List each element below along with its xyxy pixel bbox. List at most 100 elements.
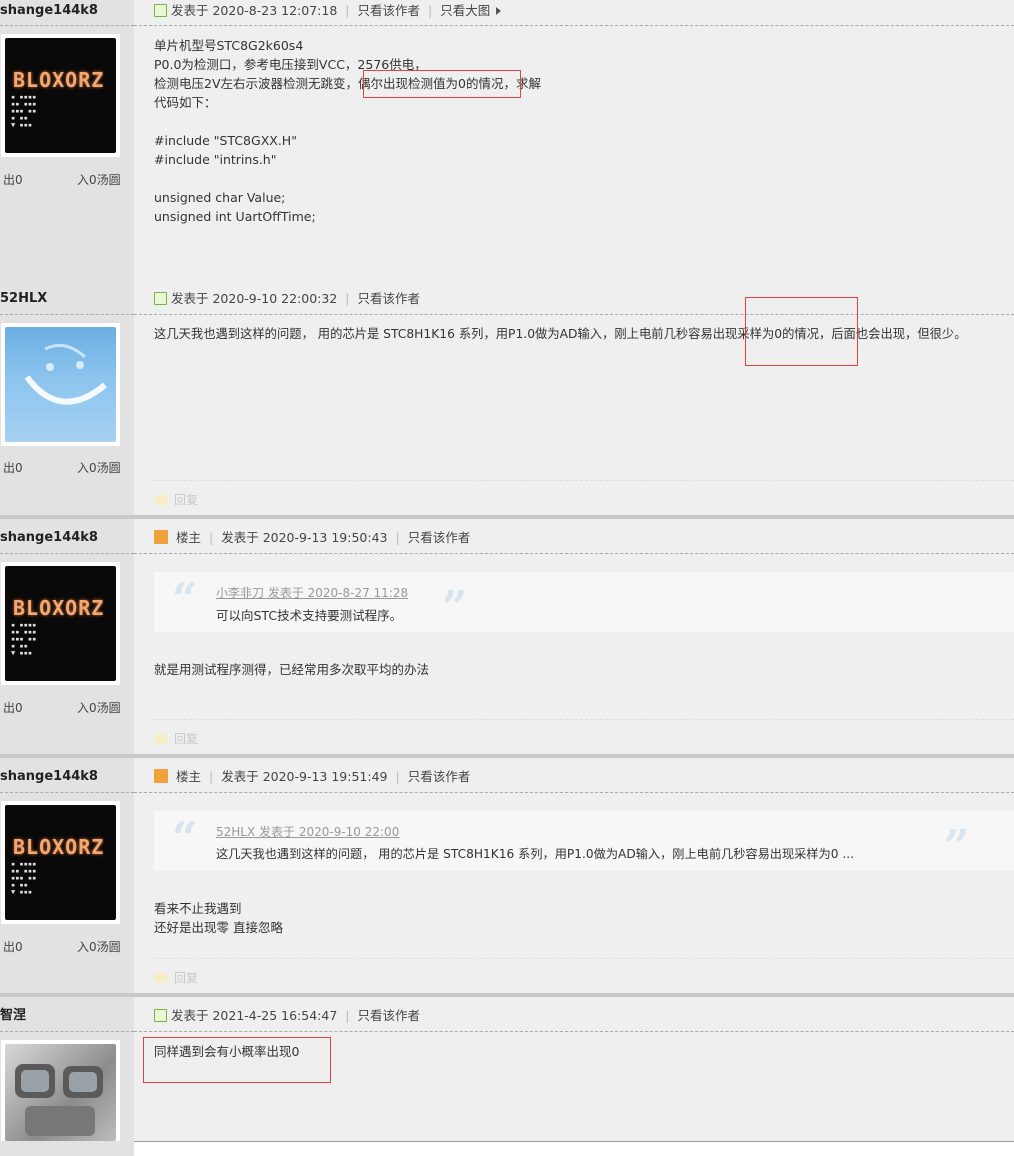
avatar-logo: BLOXORZ — [13, 835, 105, 859]
post-content: 发表于 2021-4-25 16:54:47 | 只看该作者 同样遇到会有小概率出现… — [134, 997, 1014, 1141]
reply-bubble-icon — [154, 973, 168, 983]
divider — [0, 792, 134, 793]
avatar[interactable]: BLOXORZ ▪ ▪▪▪▪ ▪▪ ▪▪▪ ▪▪▪ ▪▪ ▪ ▪▪ ▼ ▪▪▪ — [5, 38, 116, 153]
username[interactable]: 52HLX — [0, 288, 134, 312]
open-quote-icon: “ — [172, 574, 198, 625]
avatar[interactable] — [5, 1044, 116, 1141]
stat-out: 出0 — [3, 940, 23, 954]
divider — [154, 958, 1014, 959]
author-sidebar: 智涅 — [0, 997, 134, 1156]
post-1: shange144k8 BLOXORZ ▪ ▪▪▪▪ ▪▪ ▪▪▪ ▪▪▪ ▪▪ ▪ … — [0, 0, 1014, 283]
quote-text: 可以向STC技术支持要测试程序。 — [216, 608, 403, 623]
post-meta: 楼主 | 发表于 2020-9-13 19:51:49 | 只看该作者 — [154, 766, 470, 790]
stat-in: 入0汤圆 — [77, 701, 121, 715]
post-2: 52HLX 出0 入0汤圆 发表于 2020-9-10 22:00:32 | 只看该… — [0, 283, 1014, 515]
avatar-image — [15, 1064, 103, 1136]
avatar[interactable] — [5, 327, 116, 442]
divider — [134, 1141, 1014, 1142]
post-meta: 发表于 2020-9-10 22:00:32 | 只看该作者 — [154, 288, 420, 312]
highlight-box — [363, 70, 521, 98]
author-only-link[interactable]: 只看该作者 — [408, 769, 471, 784]
author-only-link[interactable]: 只看该作者 — [408, 530, 471, 545]
author-sidebar: 52HLX 出0 入0汤圆 — [0, 283, 134, 515]
avatar[interactable]: BLOXORZ ▪ ▪▪▪▪ ▪▪ ▪▪▪ ▪▪▪ ▪▪ ▪ ▪▪ ▼ ▪▪▪ — [5, 566, 116, 681]
author-only-link[interactable]: 只看该作者 — [358, 1008, 421, 1023]
play-arrow-icon[interactable] — [496, 7, 502, 15]
author-sidebar: shange144k8 BLOXORZ ▪ ▪▪▪▪ ▪▪ ▪▪▪ ▪▪▪ ▪▪ ▪ … — [0, 758, 134, 993]
avatar-logo: BLOXORZ — [13, 68, 105, 92]
post-content: 楼主 | 发表于 2020-9-13 19:50:43 | 只看该作者 “ ” 小李非刀… — [134, 519, 1014, 754]
username[interactable]: shange144k8 — [0, 527, 134, 551]
divider — [0, 25, 134, 26]
reply-bubble-icon — [154, 734, 168, 744]
reply-button[interactable]: 回复 — [154, 491, 198, 508]
username[interactable]: 智涅 — [0, 1005, 134, 1029]
post-content: 发表于 2020-9-10 22:00:32 | 只看该作者 这几天我也遇到这样的问… — [134, 283, 1014, 515]
reply-bubble-icon — [154, 495, 168, 505]
owner-icon — [154, 769, 168, 783]
post-meta: 发表于 2021-4-25 16:54:47 | 只看该作者 — [154, 1005, 420, 1029]
big-image-link[interactable]: 只看大图 — [440, 3, 490, 18]
divider — [0, 1031, 134, 1032]
post-icon — [154, 292, 167, 305]
post-body: 单片机型号STC8G2k60s4 P0.0为检测口，参考电压接到VCC，2576… — [154, 38, 541, 224]
post-5: 智涅 发表于 2021-4-25 16:54:47 | 只看该作者 同样遇到会有小概… — [0, 997, 1014, 1156]
divider — [134, 553, 1014, 554]
post-4: shange144k8 BLOXORZ ▪ ▪▪▪▪ ▪▪ ▪▪▪ ▪▪▪ ▪▪ ▪ … — [0, 758, 1014, 993]
close-quote-icon: ” — [442, 582, 468, 633]
author-only-link[interactable]: 只看该作者 — [358, 291, 421, 306]
divider — [134, 25, 1014, 26]
divider — [134, 792, 1014, 793]
stat-in: 入0汤圆 — [77, 461, 121, 475]
reply-label: 回复 — [174, 732, 199, 746]
author-sidebar: shange144k8 BLOXORZ ▪ ▪▪▪▪ ▪▪ ▪▪▪ ▪▪▪ ▪▪ ▪ … — [0, 0, 134, 283]
stat-out: 出0 — [3, 461, 23, 475]
post-content: 发表于 2020-8-23 12:07:18 | 只看该作者 | 只看大图 单片机型号S… — [134, 0, 1014, 283]
divider — [154, 719, 1014, 720]
username[interactable]: shange144k8 — [0, 0, 134, 24]
avatar-frame: BLOXORZ ▪ ▪▪▪▪ ▪▪ ▪▪▪ ▪▪▪ ▪▪ ▪ ▪▪ ▼ ▪▪▪ — [1, 562, 120, 685]
reply-button[interactable]: 回复 — [154, 969, 198, 986]
post-time: 发表于 2020-8-23 12:07:18 — [171, 3, 338, 18]
reply-label: 回复 — [174, 971, 199, 985]
post-body: 就是用测试程序测得，已经常用多次取平均的办法 — [154, 662, 430, 677]
post-time: 发表于 2021-4-25 16:54:47 — [171, 1008, 338, 1023]
reply-label: 回复 — [174, 493, 199, 507]
divider — [0, 314, 134, 315]
avatar[interactable]: BLOXORZ ▪ ▪▪▪▪ ▪▪ ▪▪▪ ▪▪▪ ▪▪ ▪ ▪▪ ▼ ▪▪▪ — [5, 805, 116, 920]
quote-block: “ ” 52HLX 发表于 2020-9-10 22:00 这几天我也遇到这样的… — [154, 811, 1014, 872]
owner-label: 楼主 — [175, 769, 201, 784]
avatar-image — [24, 343, 107, 405]
post-meta: 楼主 | 发表于 2020-9-13 19:50:43 | 只看该作者 — [154, 527, 470, 551]
divider — [134, 314, 1014, 315]
highlight-box — [745, 297, 858, 366]
post-icon — [154, 1009, 167, 1022]
open-quote-icon: “ — [172, 813, 198, 864]
stat-out: 出0 — [3, 173, 23, 187]
quote-source[interactable]: 小李非刀 发表于 2020-8-27 11:28 — [216, 584, 408, 601]
username[interactable]: shange144k8 — [0, 766, 134, 790]
divider — [134, 1031, 1014, 1032]
quote-source[interactable]: 52HLX 发表于 2020-9-10 22:00 — [216, 823, 399, 840]
owner-label: 楼主 — [175, 530, 201, 545]
avatar-frame — [1, 1040, 120, 1141]
post-body: 看来不止我遇到 还好是出现零 直接忽略 — [154, 901, 283, 935]
quote-block: “ ” 小李非刀 发表于 2020-8-27 11:28 可以向STC技术支持要… — [154, 572, 1014, 633]
stat-out: 出0 — [3, 701, 23, 715]
avatar-logo: BLOXORZ — [13, 596, 105, 620]
avatar-frame — [1, 323, 120, 446]
divider — [154, 480, 1014, 481]
reply-button[interactable]: 回复 — [154, 730, 198, 747]
avatar-frame: BLOXORZ ▪ ▪▪▪▪ ▪▪ ▪▪▪ ▪▪▪ ▪▪ ▪ ▪▪ ▼ ▪▪▪ — [1, 801, 120, 924]
highlight-box — [143, 1037, 331, 1083]
post-content: 楼主 | 发表于 2020-9-13 19:51:49 | 只看该作者 “ ” 52HL… — [134, 758, 1014, 993]
post-3: shange144k8 BLOXORZ ▪ ▪▪▪▪ ▪▪ ▪▪▪ ▪▪▪ ▪▪ ▪ … — [0, 519, 1014, 754]
author-sidebar: shange144k8 BLOXORZ ▪ ▪▪▪▪ ▪▪ ▪▪▪ ▪▪▪ ▪▪ ▪ … — [0, 519, 134, 754]
post-meta: 发表于 2020-8-23 12:07:18 | 只看该作者 | 只看大图 — [154, 0, 502, 24]
quote-text: 这几天我也遇到这样的问题， 用的芯片是 STC8H1K16 系列，用P1.0做为… — [216, 847, 854, 861]
avatar-decoration: ▪ ▪▪▪▪ ▪▪ ▪▪▪ ▪▪▪ ▪▪ ▪ ▪▪ ▼ ▪▪▪ — [11, 860, 37, 896]
post-time: 发表于 2020-9-13 19:51:49 — [221, 769, 388, 784]
author-only-link[interactable]: 只看该作者 — [358, 3, 421, 18]
post-icon — [154, 4, 167, 17]
close-quote-icon: ” — [944, 821, 970, 872]
